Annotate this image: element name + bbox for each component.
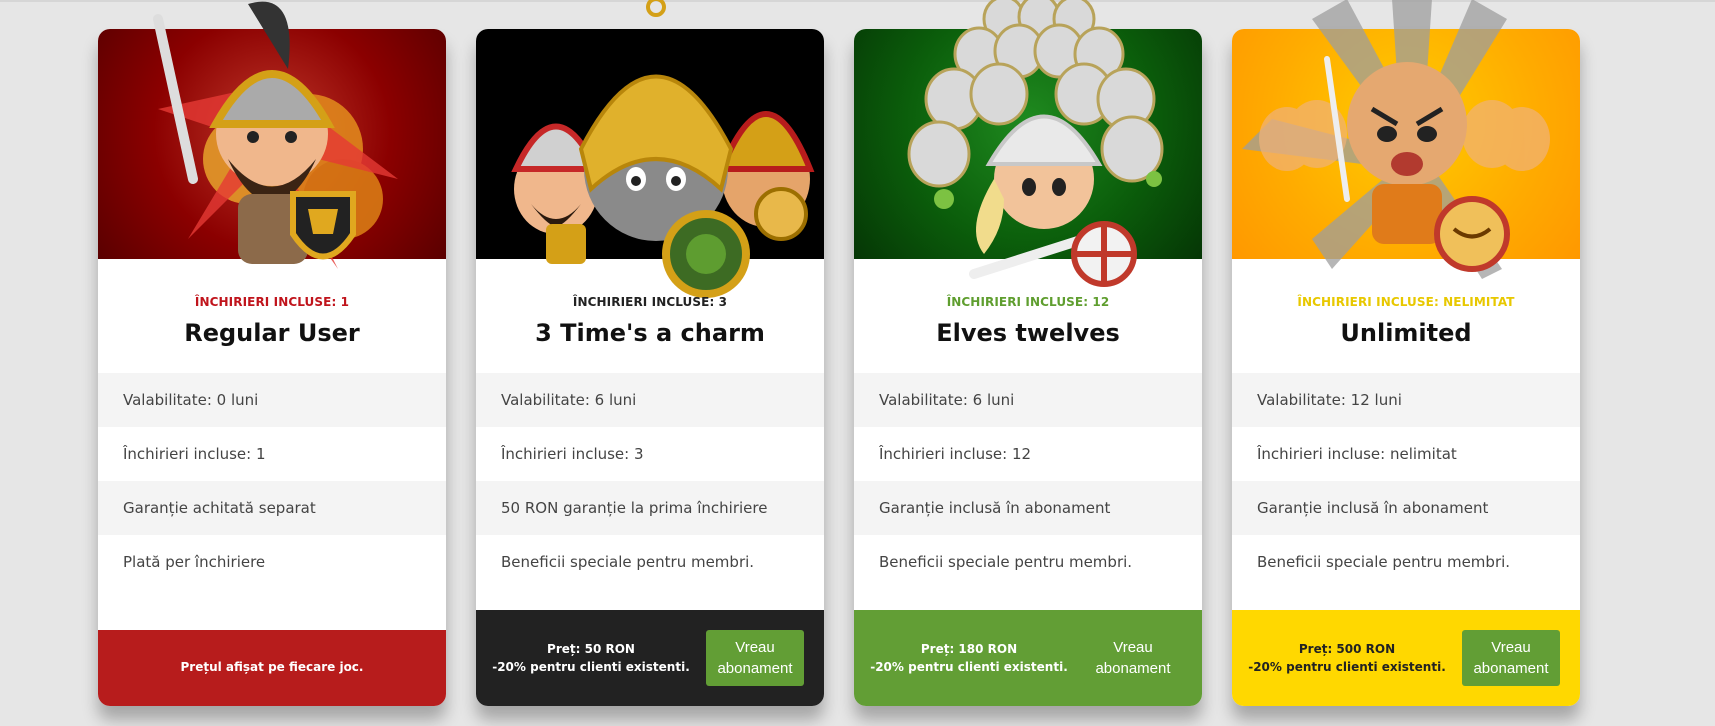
- plan-feature-rentals: Închirieri incluse: 3: [501, 445, 644, 463]
- plan-feature-list: Valabilitate: 6 luni Închirieri incluse:…: [854, 373, 1202, 589]
- plan-card-three: ÎNCHIRIERI INCLUSE: 3 3 Time's a charm V…: [476, 0, 824, 706]
- plan-feature-guarantee: Garanție achitată separat: [98, 481, 446, 535]
- plan-rentals-included: ÎNCHIRIERI INCLUSE: NELIMITAT: [1297, 295, 1515, 309]
- subscribe-button[interactable]: Vreau abonament: [1084, 630, 1182, 686]
- plan-feature-list: Valabilitate: 6 luni Închirieri incluse:…: [476, 373, 824, 589]
- subscribe-button[interactable]: Vreau abonament: [706, 630, 804, 686]
- plan-title: 3 Time's a charm: [535, 319, 765, 347]
- pricing-plans: ÎNCHIRIERI INCLUSE: 1 Regular User Valab…: [0, 0, 1715, 726]
- plan-title: Regular User: [184, 319, 360, 347]
- plan-feature-guarantee: 50 RON garanție la prima închiriere: [476, 481, 824, 535]
- plan-title: Elves twelves: [936, 319, 1120, 347]
- plan-feature-benefits: Beneficii speciale pentru membri.: [501, 553, 755, 571]
- plan-feature-validity: Valabilitate: 6 luni: [476, 373, 824, 427]
- price-amount: Preț: 500 RON: [1298, 642, 1396, 656]
- plan-price: Preț: 50 RON -20% pentru clienti existen…: [476, 640, 706, 676]
- plan-feature-validity: Valabilitate: 12 luni: [1232, 373, 1580, 427]
- plan-feature-guarantee: Garanție inclusă în abonament: [1232, 481, 1580, 535]
- plan-hero-image-unlimited: [1232, 29, 1580, 259]
- plan-feature-benefits: Beneficii speciale pentru membri.: [1257, 553, 1511, 571]
- plan-price: Preț: 180 RON -20% pentru clienti existe…: [854, 640, 1084, 676]
- plan-feature-rentals: Închirieri incluse: 1: [123, 445, 266, 463]
- plan-feature-validity: Valabilitate: 0 luni: [98, 373, 446, 427]
- plan-hero-image-regular: [98, 29, 446, 259]
- price-discount-note: -20% pentru clienti existenti.: [870, 660, 1068, 674]
- price-footnote: Prețul afișat pe fiecare joc.: [180, 660, 364, 674]
- plan-price: Preț: 500 RON -20% pentru clienti existe…: [1232, 640, 1462, 676]
- plan-title: Unlimited: [1340, 319, 1472, 347]
- price-amount: Preț: 180 RON: [920, 642, 1018, 656]
- plan-feature-validity: Valabilitate: 6 luni: [854, 373, 1202, 427]
- plan-feature-benefits: Beneficii speciale pentru membri.: [879, 553, 1133, 571]
- plan-rentals-included: ÎNCHIRIERI INCLUSE: 12: [946, 295, 1110, 309]
- plan-hero-image-elves: [854, 29, 1202, 259]
- plan-rentals-included: ÎNCHIRIERI INCLUSE: 3: [572, 295, 728, 309]
- plan-footer: Prețul afișat pe fiecare joc.: [98, 630, 446, 706]
- plan-footer: Preț: 180 RON -20% pentru clienti existe…: [854, 610, 1202, 706]
- plan-feature-list: Valabilitate: 12 luni Închirieri incluse…: [1232, 373, 1580, 589]
- plan-card-regular: ÎNCHIRIERI INCLUSE: 1 Regular User Valab…: [98, 1, 446, 706]
- plan-footer: Preț: 50 RON -20% pentru clienti existen…: [476, 610, 824, 706]
- price-amount: Preț: 50 RON: [547, 642, 635, 656]
- plan-feature-rentals: Închirieri incluse: 12: [879, 445, 1032, 463]
- plan-feature-benefits: Plată per închiriere: [123, 553, 266, 571]
- plan-feature-list: Valabilitate: 0 luni Închirieri incluse:…: [98, 373, 446, 589]
- plan-rentals-included: ÎNCHIRIERI INCLUSE: 1: [194, 295, 350, 309]
- price-discount-note: -20% pentru clienti existenti.: [1248, 660, 1446, 674]
- plan-hero-image-three: [476, 29, 824, 259]
- plan-feature-rentals: Închirieri incluse: nelimitat: [1257, 445, 1457, 463]
- plan-card-unlimited: ÎNCHIRIERI INCLUSE: NELIMITAT Unlimited …: [1232, 0, 1580, 706]
- subscribe-button[interactable]: Vreau abonament: [1462, 630, 1560, 686]
- plan-footer: Preț: 500 RON -20% pentru clienti existe…: [1232, 610, 1580, 706]
- plan-card-elves: ÎNCHIRIERI INCLUSE: 12 Elves twelves Val…: [854, 0, 1202, 706]
- plan-feature-guarantee: Garanție inclusă în abonament: [854, 481, 1202, 535]
- price-discount-note: -20% pentru clienti existenti.: [492, 660, 690, 674]
